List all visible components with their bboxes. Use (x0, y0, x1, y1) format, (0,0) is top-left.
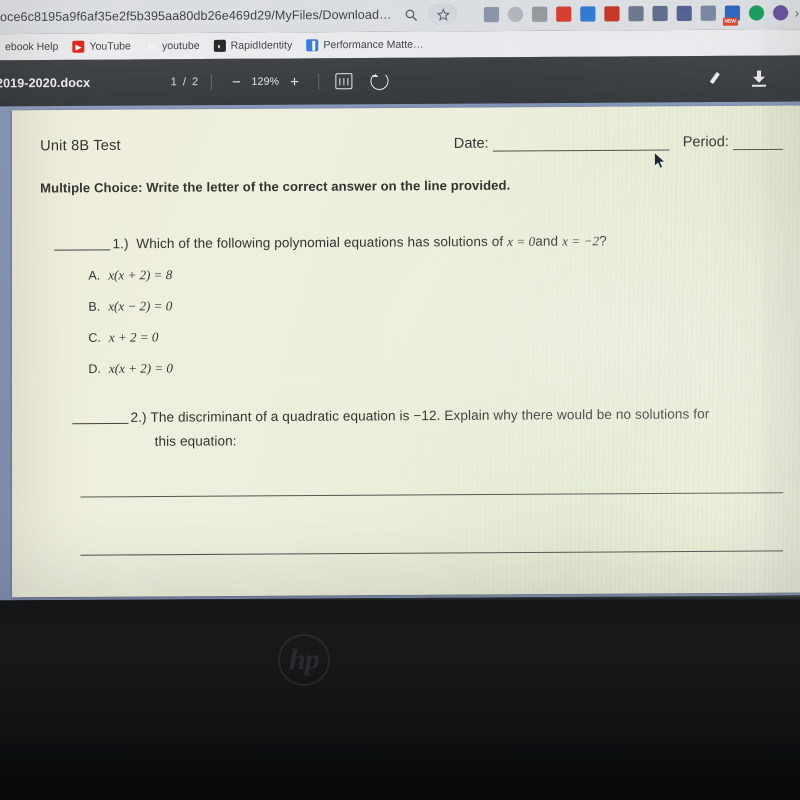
document-header-row: Unit 8B Test Date: Period: (40, 134, 784, 155)
bookmark-item[interactable]: ebook Help (0, 41, 58, 53)
youtube-alt-icon: ↻ (144, 40, 158, 53)
document-file-name: 2019-2020.docx (0, 75, 91, 91)
question-1-math-2: x = −2 (562, 233, 600, 249)
bookmark-item[interactable]: ▐ Performance Matte… (306, 38, 424, 52)
extension-grey-circle[interactable] (507, 6, 523, 22)
viewer-right-controls (707, 56, 767, 103)
instructions-text: Multiple Choice: Write the letter of the… (40, 177, 511, 196)
laptop-screen: oce6c8195a9f6af35e2f5b395aa80db26e469d29… (0, 0, 800, 601)
extension-green-circle[interactable] (748, 4, 764, 21)
page-title: Unit 8B Test (40, 137, 121, 155)
page-current: 1 (170, 76, 178, 89)
answer-choice: A. x(x + 2) = 8 (88, 267, 173, 284)
download-icon[interactable] (751, 71, 767, 87)
extension-red-flag[interactable] (555, 6, 571, 22)
zoom-out-button[interactable]: − (224, 70, 248, 94)
question-1-math-1: x = 0 (507, 233, 536, 249)
question-1-answer-blank (54, 249, 111, 251)
extension-arrow-box[interactable] (700, 5, 716, 21)
question-2-line-2: this equation: (154, 432, 237, 449)
pencil-icon[interactable] (707, 71, 723, 87)
keyboard-area: ↻❐▭|○◯◂◂)◂)) $%^&*()_ (0, 744, 800, 800)
bookmark-item[interactable]: ▶ YouTube (72, 40, 131, 53)
question-1-choices: A. x(x + 2) = 8 B. x(x − 2) = 0 C. x + 2 = 0 D… (88, 267, 173, 392)
question-1-text-before: Which of the following polynomial equati… (136, 233, 504, 252)
extension-slash-marks[interactable] (531, 6, 547, 22)
document-page: Unit 8B Test Date: Period: Multiple Choi… (12, 105, 800, 598)
date-label-text: Date: (453, 135, 489, 152)
answer-writing-line-1 (80, 492, 784, 498)
date-blank-line (492, 149, 670, 152)
bookmark-label: YouTube (89, 40, 131, 53)
question-1: 1.) Which of the following polynomial eq… (54, 232, 757, 252)
bookmark-label: youtube (162, 39, 200, 53)
answer-choice: D. x(x + 2) = 0 (88, 360, 173, 377)
question-1-text-after: ? (599, 233, 607, 249)
page-total: 2 (191, 76, 200, 89)
question-2: 2.) The discriminant of a quadratic equa… (72, 402, 795, 454)
answer-writing-line-2 (80, 550, 784, 556)
fit-page-icon[interactable] (332, 69, 356, 93)
question-1-joiner: and (535, 233, 559, 249)
hp-logo: hp (278, 634, 330, 686)
extension-blue-pages[interactable] (579, 5, 596, 22)
bookmark-label: Performance Matte… (323, 38, 424, 52)
question-2-number: 2.) (130, 409, 147, 425)
search-icon[interactable] (400, 3, 422, 25)
answer-choice: C. x + 2 = 0 (88, 329, 173, 346)
period-field-label: Period: (682, 134, 784, 151)
bookmark-item[interactable]: ↻ youtube (144, 39, 200, 53)
bookmark-label: RapidIdentity (230, 39, 293, 52)
answer-choice: B. x(x − 2) = 0 (88, 298, 173, 315)
address-bar-url[interactable]: oce6c8195a9f6af35e2f5b395aa80db26e469d29… (0, 8, 392, 24)
question-2-line-1: The discriminant of a quadratic equation… (150, 406, 710, 425)
photo-of-laptop-screen: hp ↻❐▭|○◯◂◂)◂)) $%^&*()_ oce6c8195a9f6af… (0, 0, 800, 800)
extension-tray: NEW › (475, 0, 800, 31)
document-viewer-toolbar: 2019-2020.docx 1 / 2 − 129% + (0, 55, 800, 107)
youtube-icon: ▶ (72, 40, 85, 53)
bookmark-label: ebook Help (5, 40, 59, 54)
toolbar-divider-2 (318, 73, 320, 90)
answer-choice-letter: D. (88, 361, 101, 376)
extension-purple-circle[interactable] (772, 4, 788, 20)
period-label-text: Period: (682, 134, 729, 151)
answer-choice-expression: x + 2 = 0 (108, 329, 159, 345)
answer-choice-expression: x(x + 2) = 0 (108, 360, 173, 376)
extension-red-book[interactable] (604, 5, 620, 21)
answer-choice-letter: A. (88, 268, 101, 283)
answer-choice-letter: B. (88, 299, 101, 314)
zoom-in-button[interactable]: + (282, 69, 306, 93)
toolbar-divider-1 (211, 74, 213, 91)
date-field-label: Date: (453, 134, 670, 152)
globe-icon: ◐ (213, 39, 226, 52)
bookmark-item[interactable]: ◐ RapidIdentity (213, 39, 293, 52)
extension-home[interactable] (652, 5, 668, 21)
extension-grey-blob[interactable] (483, 6, 499, 22)
extension-new-arrow[interactable]: NEW (722, 5, 740, 26)
zoom-level-value: 129% (251, 75, 280, 88)
answer-choice-expression: x(x + 2) = 8 (108, 267, 173, 283)
page-separator: / (182, 76, 187, 89)
answer-choice-letter: C. (88, 330, 101, 345)
blue-square-icon: ▐ (306, 39, 319, 52)
question-2-answer-blank (72, 422, 129, 425)
answer-choice-expression: x(x − 2) = 0 (108, 298, 173, 314)
extension-new-badge: NEW (722, 17, 738, 26)
period-blank-line (732, 148, 784, 151)
extension-white-shield[interactable] (628, 5, 644, 21)
viewer-center-controls: 1 / 2 − 129% + (171, 58, 392, 106)
bookmark-star-icon[interactable] (427, 3, 458, 26)
extension-blue-drop[interactable] (676, 5, 692, 21)
rotate-icon[interactable] (368, 69, 392, 93)
question-1-number: 1.) (112, 236, 129, 252)
chevron-right-icon[interactable]: › (795, 5, 799, 20)
